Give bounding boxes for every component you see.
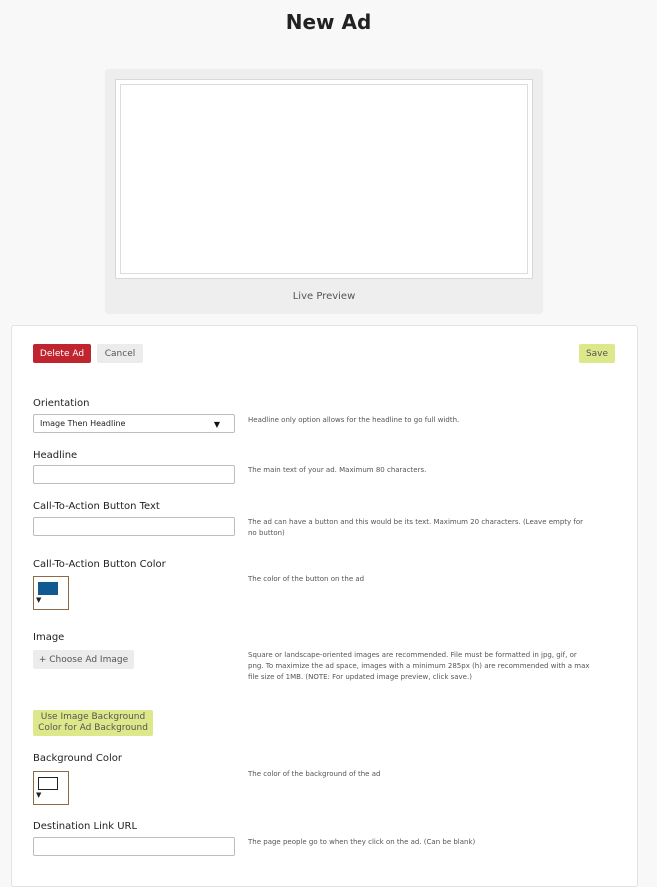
cta-color-picker[interactable]: ▼ <box>33 576 69 610</box>
image-label: Image <box>33 632 65 643</box>
caret-down-icon: ▼ <box>36 791 42 799</box>
background-color-chip <box>38 777 58 790</box>
caret-down-icon: ▼ <box>213 420 220 429</box>
cta-color-chip <box>38 582 58 595</box>
image-help: Square or landscape-oriented images are … <box>248 651 590 681</box>
ad-preview-canvas <box>120 84 528 274</box>
cta-text-input[interactable] <box>33 517 235 536</box>
destination-url-input[interactable] <box>33 837 235 856</box>
background-color-help: The color of the background of the ad <box>248 770 381 778</box>
background-color-label: Background Color <box>33 753 122 764</box>
orientation-select[interactable]: Image Then Headline ▼ <box>33 414 235 433</box>
orientation-value: Image Then Headline <box>40 419 126 428</box>
background-color-picker[interactable]: ▼ <box>33 771 69 805</box>
orientation-label: Orientation <box>33 398 90 409</box>
ad-form-panel: Delete Ad Cancel Save Orientation Image … <box>11 325 638 887</box>
destination-label: Destination Link URL <box>33 821 138 832</box>
live-preview-panel: Live Preview <box>105 69 543 314</box>
cta-color-help: The color of the button on the ad <box>248 575 365 583</box>
choose-ad-image-button[interactable]: + Choose Ad Image <box>33 650 134 669</box>
headline-label: Headline <box>33 450 78 461</box>
headline-help: The main text of your ad. Maximum 80 cha… <box>248 466 427 474</box>
live-preview-label: Live Preview <box>292 291 356 302</box>
destination-help: The page people go to when they click on… <box>248 838 476 846</box>
cancel-button[interactable]: Cancel <box>97 344 143 363</box>
cta-text-help: The ad can have a button and this would … <box>248 518 584 537</box>
save-button[interactable]: Save <box>579 344 615 363</box>
ad-preview-frame <box>115 79 533 279</box>
headline-input[interactable] <box>33 465 235 484</box>
caret-down-icon: ▼ <box>36 596 42 604</box>
orientation-help: Headline only option allows for the head… <box>248 416 460 424</box>
delete-ad-button[interactable]: Delete Ad <box>33 344 91 363</box>
page-title: New Ad <box>285 10 372 34</box>
cta-text-label: Call-To-Action Button Text <box>33 501 160 512</box>
use-image-background-button[interactable]: Use Image Background Color for Ad Backgr… <box>33 710 153 736</box>
cta-color-label: Call-To-Action Button Color <box>33 559 166 570</box>
